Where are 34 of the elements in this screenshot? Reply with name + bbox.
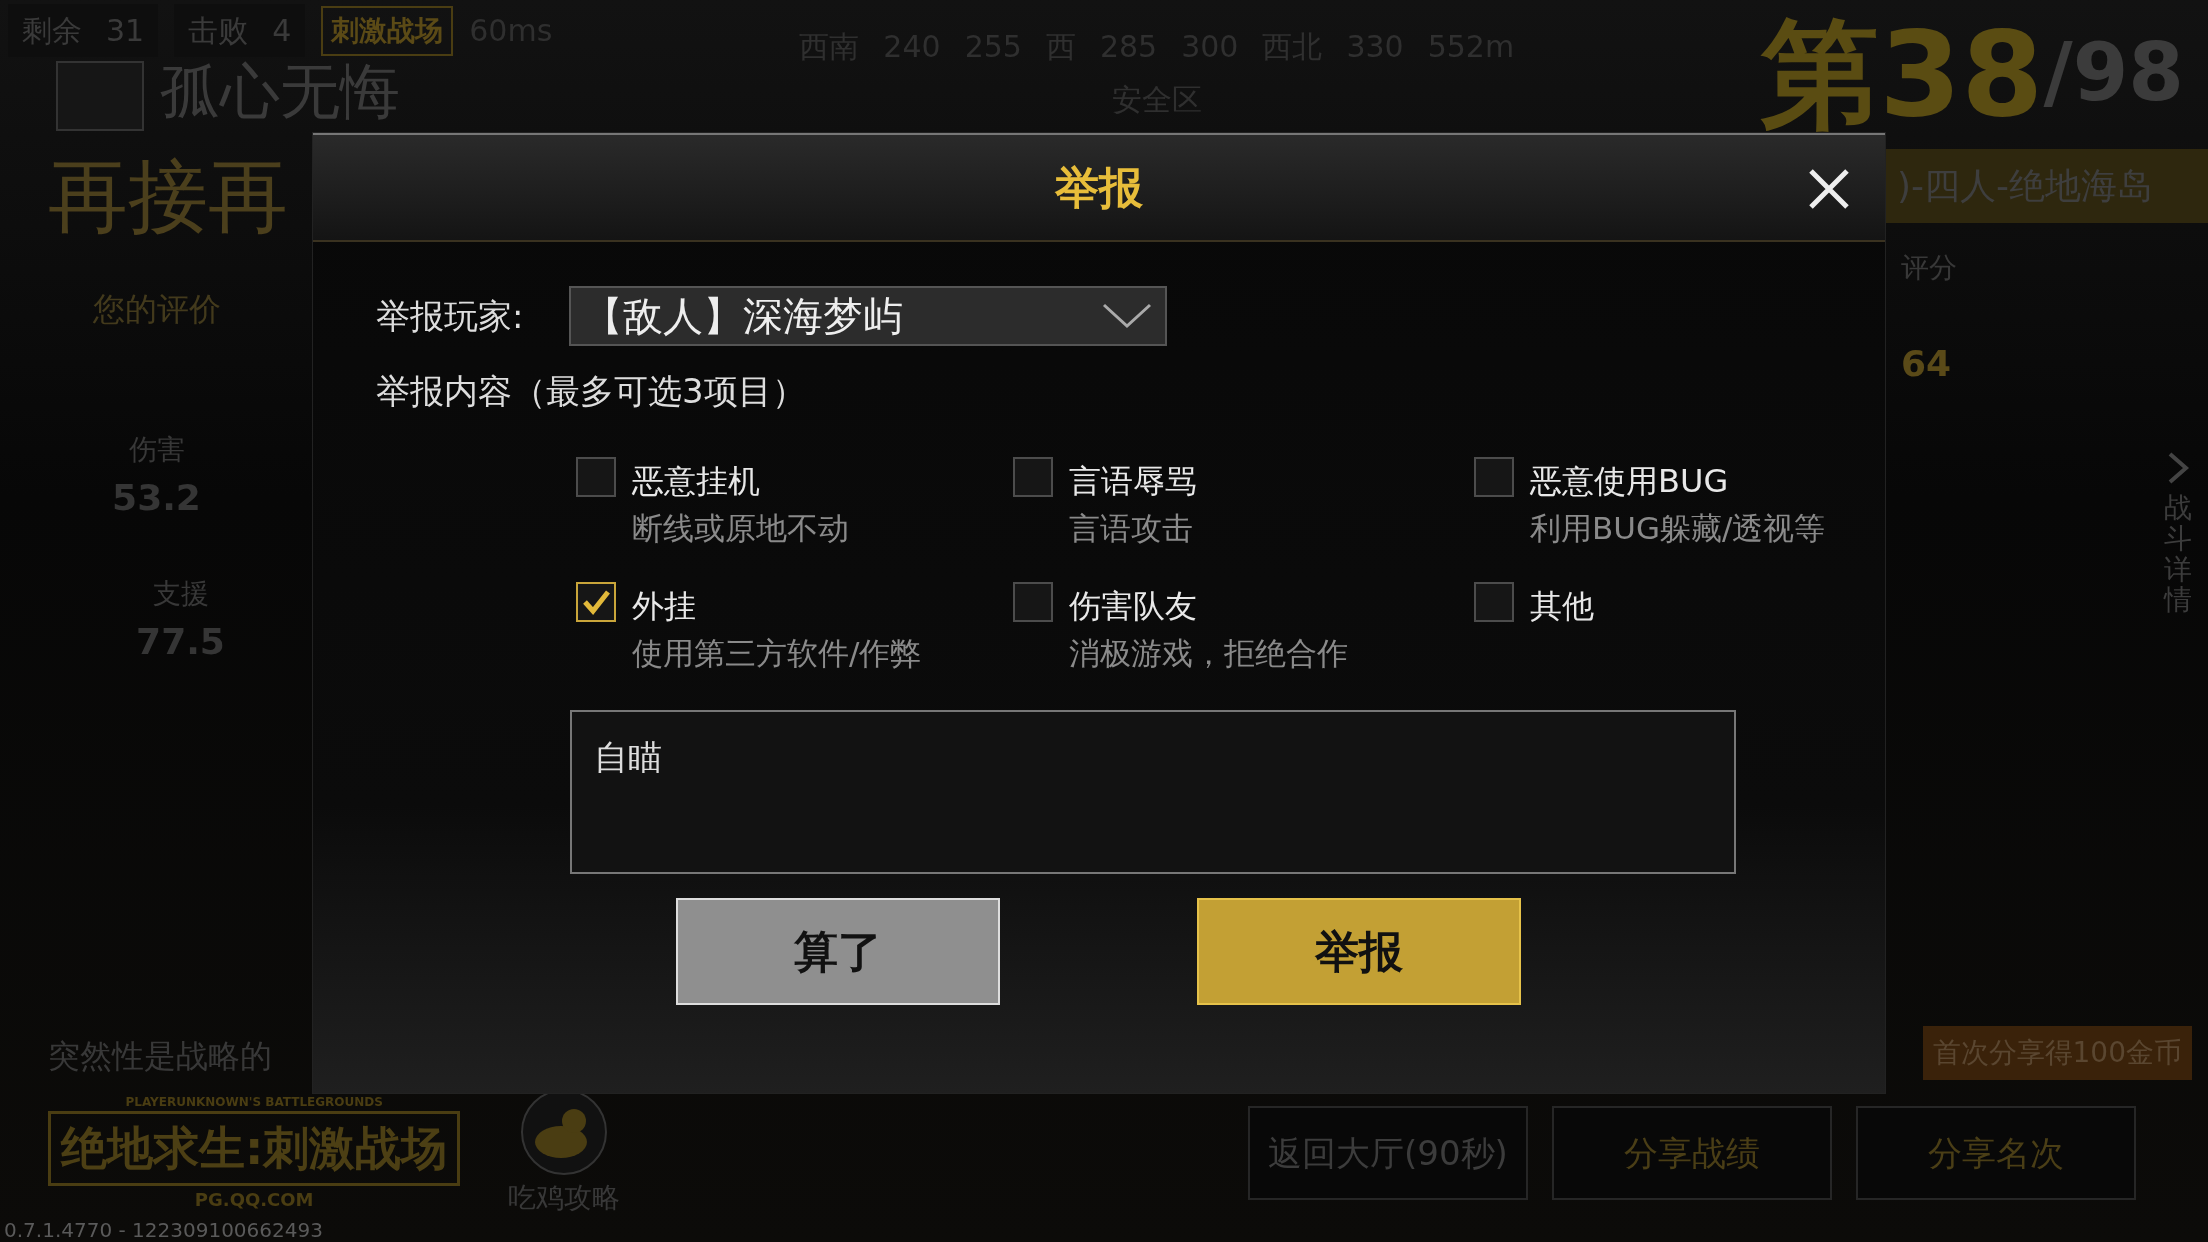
- player-dropdown[interactable]: 【敌人】深海梦屿: [569, 286, 1167, 346]
- reason-label: 外挂: [632, 585, 697, 627]
- rating-title: 您的评价: [91, 289, 222, 330]
- result-title: 再接再: [47, 157, 289, 237]
- logo-caption: PLAYERUNKNOWN'S BATTLEGROUNDS: [125, 1094, 383, 1111]
- content-label: 举报内容（最多可选3项目）: [375, 370, 807, 413]
- reason-label: 恶意挂机: [632, 461, 761, 502]
- reason-label: 言语辱骂: [1069, 461, 1197, 502]
- version-text: 0.7.1.4770 - 122309100662493: [3, 1218, 324, 1242]
- reason-hint: 断线或原地不动: [632, 509, 849, 548]
- reason-label: 恶意使用BUG: [1530, 461, 1730, 502]
- checkbox[interactable]: [1013, 581, 1053, 622]
- cancel-button[interactable]: 算了: [676, 898, 1000, 1005]
- checkbox[interactable]: [1474, 581, 1514, 622]
- checkbox[interactable]: [576, 457, 616, 497]
- score-value: 64: [1901, 342, 1953, 386]
- reason-hint: 消极游戏，拒绝合作: [1069, 633, 1348, 673]
- rank-number: 第38: [1761, 15, 2044, 133]
- player-label: 举报玩家:: [376, 294, 525, 338]
- dropdown-caret-icon: [1101, 302, 1153, 330]
- checkbox[interactable]: [1474, 457, 1514, 497]
- checkbox[interactable]: [576, 581, 616, 622]
- logo-url: PG.QQ.COM: [194, 1188, 314, 1212]
- checkbox[interactable]: [1013, 457, 1053, 497]
- dialog-title: 举报: [1055, 160, 1143, 215]
- report-button[interactable]: 举报: [1197, 898, 1521, 1005]
- reason-hint: 使用第三方软件/作弊: [632, 633, 922, 673]
- reason-hint: 言语攻击: [1069, 509, 1194, 548]
- game-logo: 绝地求生:刺激战场: [48, 1111, 461, 1186]
- description-field[interactable]: 自瞄: [570, 710, 1736, 874]
- mode-badge: 刺激战场: [321, 5, 454, 56]
- reason-hint: 利用BUG躲藏/透视等: [1530, 509, 1826, 548]
- reason-label: 其他: [1530, 585, 1594, 627]
- reason-label: 伤害队友: [1069, 585, 1198, 627]
